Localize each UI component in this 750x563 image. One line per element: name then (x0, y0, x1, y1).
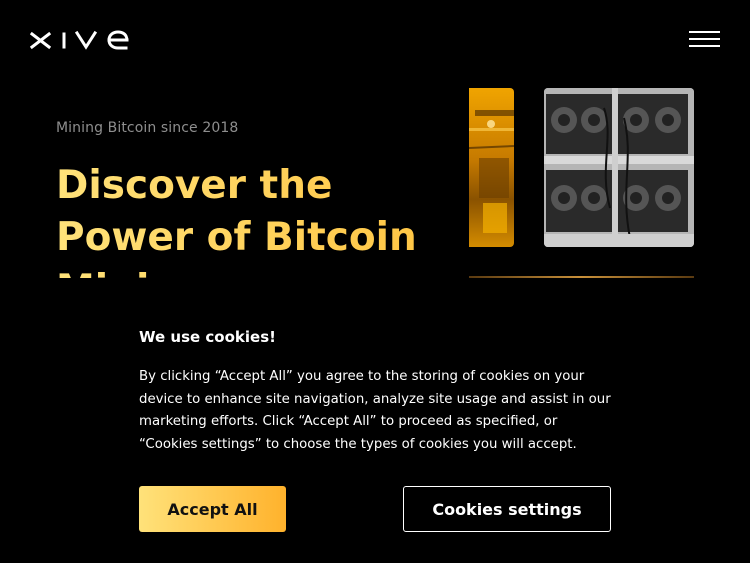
logo-e-glyph (107, 30, 129, 50)
menu-line (689, 38, 720, 40)
cookie-banner: We use cookies! By clicking “Accept All”… (0, 288, 750, 563)
cookie-title: We use cookies! (139, 328, 276, 346)
mining-facility-image (469, 88, 514, 247)
logo-x-glyph (30, 31, 52, 50)
menu-line (689, 45, 720, 47)
menu-line (689, 31, 720, 33)
logo-v-glyph (74, 30, 98, 50)
accept-all-button[interactable]: Accept All (139, 486, 286, 532)
mining-rigs-image (544, 88, 694, 247)
cookie-description: By clicking “Accept All” you agree to th… (139, 369, 611, 452)
hamburger-menu-icon[interactable] (689, 29, 721, 51)
cookies-settings-button[interactable]: Cookies settings (403, 486, 611, 532)
hero-subtitle: Mining Bitcoin since 2018 (56, 120, 239, 136)
hero-title: Discover the Power of Bitcoin Mining (56, 160, 476, 278)
xive-logo[interactable] (30, 29, 130, 51)
image-divider (469, 276, 694, 278)
